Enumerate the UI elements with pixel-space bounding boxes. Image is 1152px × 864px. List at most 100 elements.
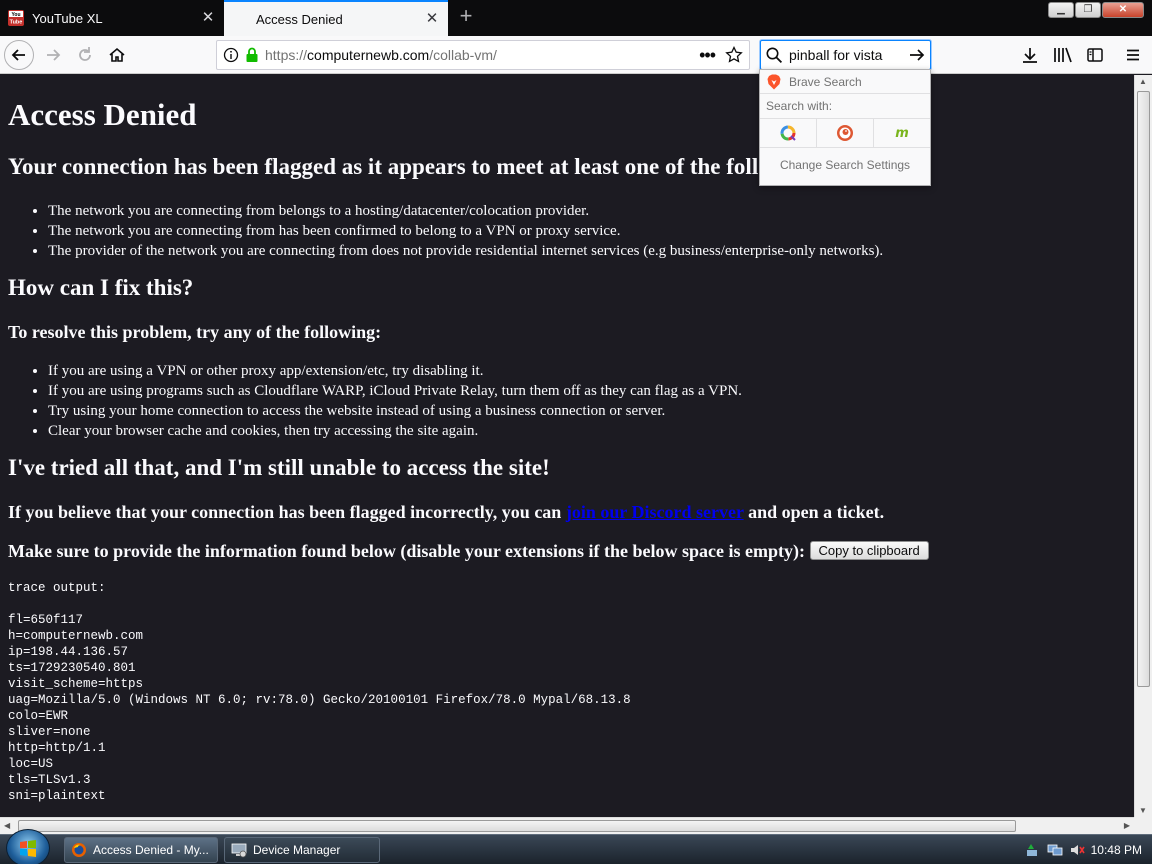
close-tab-icon[interactable]: ✕: [424, 11, 440, 27]
list-item: The provider of the network you are conn…: [48, 241, 1126, 261]
trace-line: h=computernewb.com: [8, 629, 144, 643]
reload-icon: [79, 47, 91, 61]
trace-line: fl=650f117: [8, 613, 84, 627]
list-item: Clear your browser cache and cookies, th…: [48, 421, 1126, 441]
change-search-settings[interactable]: Change Search Settings: [760, 148, 930, 182]
menu-button[interactable]: [1118, 40, 1148, 70]
provide-paragraph: Make sure to provide the information fou…: [8, 541, 1126, 562]
scroll-left-icon[interactable]: ◀: [4, 821, 10, 830]
url-prefix: https://: [265, 47, 308, 63]
svg-text:Tube: Tube: [10, 20, 23, 26]
scroll-right-icon[interactable]: ▶: [1124, 821, 1130, 830]
flag-heading: Your connection has been flagged as it a…: [8, 154, 904, 179]
trace-label: trace output:: [8, 581, 106, 595]
page-content: Access Denied Your connection has been f…: [0, 75, 1134, 817]
vertical-scroll-thumb[interactable]: [1137, 91, 1150, 687]
minimize-button[interactable]: ▁: [1048, 2, 1074, 18]
taskbar-firefox[interactable]: Access Denied - My...: [64, 837, 218, 863]
close-tab-icon[interactable]: ✕: [200, 10, 216, 26]
url-path: /collab-vm/: [429, 47, 497, 63]
network-icon[interactable]: [1047, 842, 1063, 858]
library-icon: [1054, 47, 1072, 63]
task-label: Device Manager: [253, 843, 341, 857]
believe-paragraph: If you believe that your connection has …: [8, 502, 1126, 523]
trace-line: colo=EWR: [8, 709, 69, 723]
trace-line: sliver=none: [8, 725, 91, 739]
arrow-right-icon[interactable]: [908, 46, 926, 64]
task-label: Access Denied - My...: [93, 843, 209, 857]
fix-heading: How can I fix this?: [8, 275, 194, 300]
tab-label: YouTube XL: [32, 10, 103, 26]
mojeek-engine-button[interactable]: m: [874, 119, 930, 147]
window-controls: ▁ ❐ ✕: [1047, 2, 1144, 18]
volume-muted-icon[interactable]: [1069, 842, 1085, 858]
safely-remove-icon[interactable]: [1025, 842, 1041, 858]
duckduckgo-icon: [837, 125, 853, 141]
search-bar[interactable]: [760, 40, 931, 70]
qwant-engine-button[interactable]: [760, 119, 817, 147]
tried-heading: I've tried all that, and I'm still unabl…: [8, 455, 550, 480]
close-window-button[interactable]: ✕: [1102, 2, 1144, 18]
discord-link[interactable]: join our Discord server: [566, 502, 744, 522]
trace-line: tls=TLSv1.3: [8, 773, 91, 787]
brave-lion-icon: [767, 74, 781, 89]
url-bar[interactable]: https://computernewb.com/collab-vm/ •••: [216, 40, 750, 70]
scroll-down-icon[interactable]: ▼: [1139, 806, 1147, 815]
arrow-left-icon: [11, 49, 25, 61]
restore-button[interactable]: ❐: [1075, 2, 1101, 18]
firefox-icon: [72, 843, 86, 857]
download-icon: [1023, 48, 1037, 63]
duckduckgo-engine-button[interactable]: [817, 119, 874, 147]
mojeek-icon: m: [895, 126, 909, 141]
scroll-up-icon[interactable]: ▲: [1139, 77, 1147, 86]
one-off-engines: m: [760, 118, 930, 148]
hamburger-menu-icon: [1127, 49, 1139, 61]
lock-icon[interactable]: [245, 47, 259, 63]
provide-text: Make sure to provide the information fou…: [8, 541, 810, 561]
criteria-list: The network you are connecting from belo…: [48, 201, 1126, 261]
page-actions-icon[interactable]: •••: [699, 45, 716, 66]
back-button[interactable]: [4, 40, 34, 70]
vertical-scrollbar[interactable]: ▲ ▼: [1134, 75, 1152, 817]
forward-button[interactable]: [38, 40, 68, 70]
qwant-icon: [780, 125, 796, 141]
clock[interactable]: 10:48 PM: [1091, 843, 1142, 857]
system-tray: 10:48 PM: [1012, 835, 1152, 864]
sidebar-button[interactable]: [1080, 40, 1110, 70]
horizontal-scroll-thumb[interactable]: [18, 820, 1016, 832]
reload-button[interactable]: [70, 40, 100, 70]
tab-youtube-xl[interactable]: You Tube YouTube XL ✕: [0, 0, 224, 36]
scroll-corner: [1134, 817, 1152, 834]
start-button[interactable]: [6, 829, 50, 864]
device-manager-icon: [231, 843, 247, 858]
page-title: Access Denied: [8, 97, 197, 132]
copy-to-clipboard-button[interactable]: Copy to clipboard: [809, 541, 929, 560]
list-item: If you are using a VPN or other proxy ap…: [48, 361, 1126, 381]
youtube-icon: You Tube: [8, 10, 24, 26]
arrow-right-icon: [47, 49, 61, 61]
search-input[interactable]: [789, 47, 908, 63]
tab-strip: You Tube YouTube XL ✕ Access Denied ✕ + …: [0, 0, 1152, 36]
current-search-engine[interactable]: Brave Search: [760, 70, 930, 94]
home-button[interactable]: [102, 40, 132, 70]
resolve-heading: To resolve this problem, try any of the …: [8, 322, 382, 342]
taskbar-device-manager[interactable]: Device Manager: [224, 837, 380, 863]
sidebar-icon: [1087, 48, 1103, 62]
trace-output: trace output: fl=650f117 h=computernewb.…: [8, 580, 1126, 804]
list-item: If you are using programs such as Cloudf…: [48, 381, 1126, 401]
trace-line: loc=US: [8, 757, 54, 771]
bookmark-star-icon[interactable]: [725, 46, 743, 64]
info-icon[interactable]: [223, 47, 239, 63]
believe-suffix: and open a ticket.: [743, 502, 885, 522]
url-domain: computernewb.com: [307, 47, 430, 63]
downloads-button[interactable]: [1015, 40, 1045, 70]
home-icon: [109, 47, 125, 62]
library-button[interactable]: [1048, 40, 1078, 70]
tab-access-denied[interactable]: Access Denied ✕: [224, 0, 448, 36]
url-text[interactable]: https://computernewb.com/collab-vm/: [265, 47, 699, 63]
windows-taskbar: Access Denied - My... Device Manager 10:…: [0, 829, 1152, 864]
new-tab-button[interactable]: +: [454, 5, 478, 29]
trace-line: visit_scheme=https: [8, 677, 144, 691]
trace-line: http=http/1.1: [8, 741, 106, 755]
horizontal-scrollbar[interactable]: ◀ ▶: [0, 817, 1134, 834]
